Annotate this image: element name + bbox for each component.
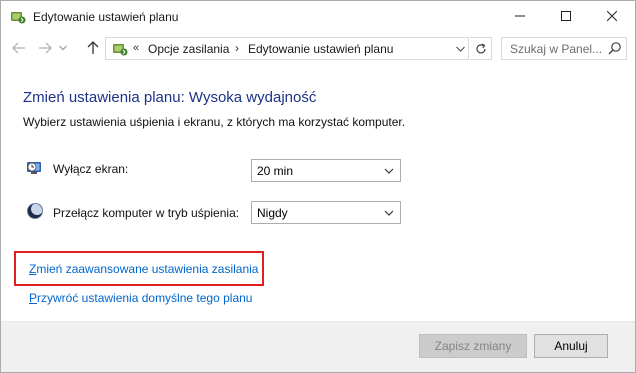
chevron-down-icon	[455, 46, 465, 52]
moon-icon	[26, 202, 44, 220]
screen-off-label: Wyłącz ekran:	[53, 162, 129, 176]
refresh-icon	[475, 42, 486, 53]
monitor-clock-icon	[26, 159, 44, 177]
address-dropdown-button[interactable]	[453, 41, 467, 57]
breadcrumb-power-options[interactable]: Opcje zasilania	[148, 42, 229, 56]
window-title: Edytowanie ustawień planu	[33, 10, 179, 24]
link-text: mień zaawansowane ustawienia zasilania	[36, 262, 259, 276]
page-description: Wybierz ustawienia uśpienia i ekranu, z …	[23, 115, 406, 129]
navigation-bar: « Opcje zasilania › Edytowanie ustawień …	[1, 32, 635, 66]
save-changes-button[interactable]: Zapisz zmiany	[419, 334, 527, 358]
minimize-button[interactable]	[497, 1, 543, 31]
close-button[interactable]	[589, 1, 635, 31]
address-bar[interactable]: « Opcje zasilania › Edytowanie ustawień …	[105, 37, 469, 60]
chevron-down-icon	[383, 165, 395, 177]
sleep-value: Nigdy	[257, 206, 288, 220]
maximize-button[interactable]	[543, 1, 589, 31]
arrow-right-icon	[39, 42, 52, 54]
breadcrumb-separator[interactable]: ›	[235, 41, 239, 55]
refresh-button[interactable]	[470, 37, 492, 60]
search-icon[interactable]	[608, 41, 624, 57]
chevron-down-icon	[383, 207, 395, 219]
search-box[interactable]	[501, 37, 627, 60]
advanced-power-settings-link[interactable]: Zmień zaawansowane ustawienia zasilania	[29, 262, 258, 276]
title-bar: Edytowanie ustawień planu	[1, 1, 635, 32]
screen-off-value: 20 min	[257, 164, 294, 178]
up-button[interactable]	[83, 38, 103, 58]
back-button[interactable]	[9, 38, 29, 58]
recent-locations-button[interactable]	[57, 38, 69, 58]
power-options-icon	[10, 9, 26, 25]
sleep-select[interactable]: Nigdy	[251, 201, 401, 224]
power-options-icon	[112, 41, 128, 57]
breadcrumb-edit-plan-settings[interactable]: Edytowanie ustawień planu	[248, 42, 393, 56]
cancel-button[interactable]: Anuluj	[534, 334, 608, 358]
screen-off-select[interactable]: 20 min	[251, 159, 401, 182]
edit-plan-settings-window: Edytowanie ustawień planu « Opcje zasila…	[0, 0, 636, 373]
search-input[interactable]	[502, 38, 606, 59]
chevron-down-icon	[59, 45, 67, 51]
link-accesskey: P	[29, 291, 38, 305]
link-text: rzywróć ustawienia domyślne tego planu	[37, 291, 253, 305]
arrow-up-icon	[87, 41, 99, 54]
footer-bar: Zapisz zmiany Anuluj	[1, 322, 635, 372]
sleep-label: Przełącz komputer w tryb uśpienia:	[53, 206, 240, 220]
forward-button[interactable]	[35, 38, 55, 58]
page-title: Zmień ustawienia planu: Wysoka wydajność	[23, 89, 317, 106]
restore-defaults-link[interactable]: Przywróć ustawienia domyślne tego planu	[29, 291, 252, 305]
breadcrumb-overflow-button[interactable]: «	[133, 42, 139, 54]
arrow-left-icon	[12, 42, 25, 54]
